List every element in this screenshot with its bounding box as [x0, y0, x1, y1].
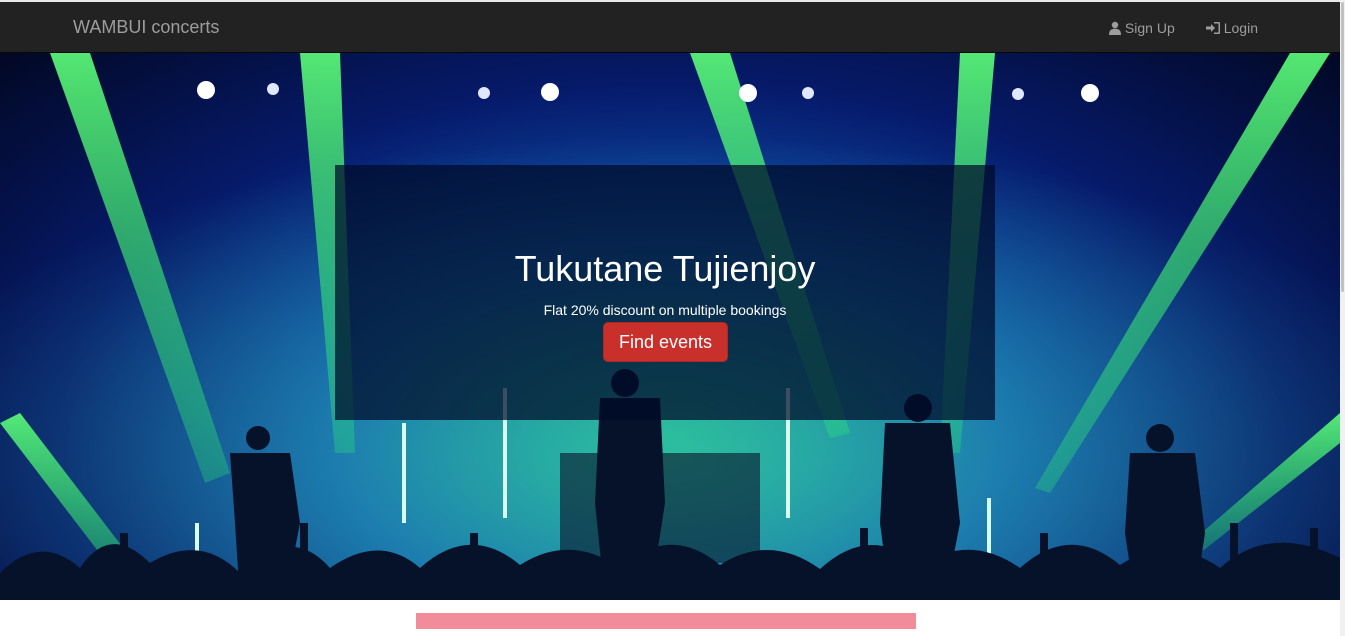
navbar: WAMBUI concerts Sign Up Login: [0, 2, 1340, 53]
login-label: Login: [1223, 20, 1258, 36]
find-events-button[interactable]: Find events: [603, 322, 728, 362]
page: WAMBUI concerts Sign Up Login Tukutane T…: [0, 0, 1345, 636]
hero-title: Tukutane Tujienjoy: [514, 248, 816, 289]
user-icon: [1108, 21, 1122, 35]
hero-section: Tukutane Tujienjoy Flat 20% discount on …: [0, 53, 1340, 600]
nav-right: Sign Up Login: [1108, 18, 1258, 38]
sign-up-link[interactable]: Sign Up: [1108, 18, 1175, 38]
hero-overlay: Tukutane Tujienjoy Flat 20% discount on …: [335, 165, 995, 420]
login-link[interactable]: Login: [1205, 18, 1258, 38]
alert-bar: [416, 613, 916, 629]
login-icon: [1205, 21, 1221, 35]
hero-subtitle: Flat 20% discount on multiple bookings: [543, 302, 787, 318]
brand-link[interactable]: WAMBUI concerts: [73, 17, 219, 37]
sign-up-label: Sign Up: [1124, 20, 1175, 36]
scrollbar-thumb[interactable]: [1341, 2, 1344, 292]
